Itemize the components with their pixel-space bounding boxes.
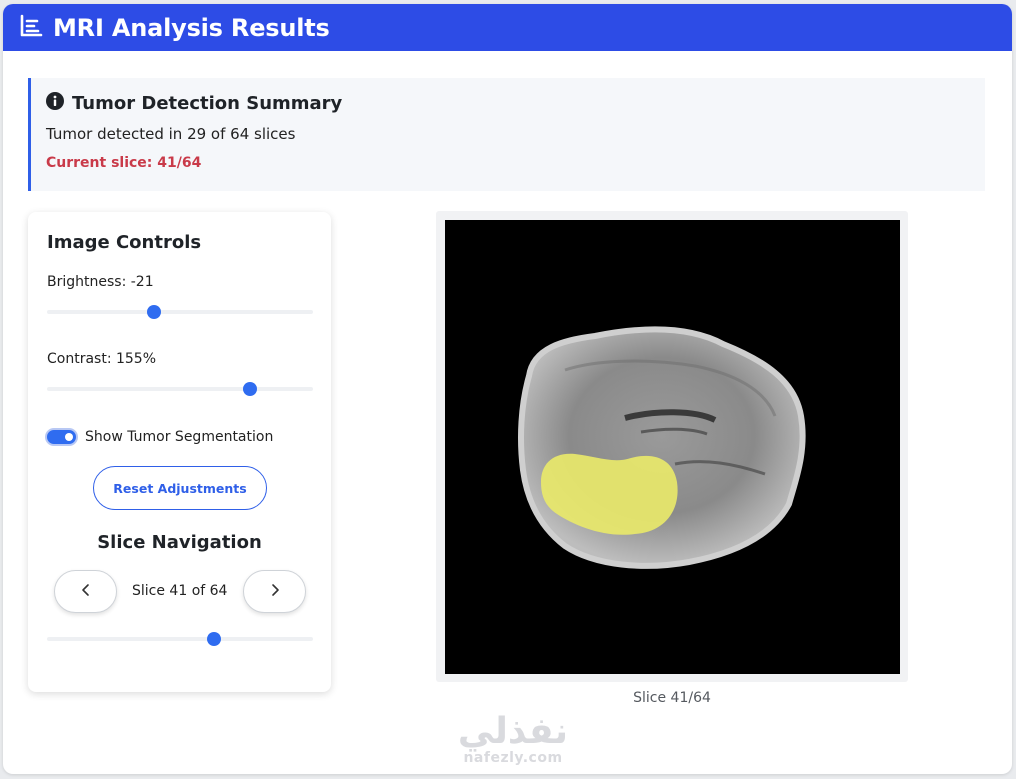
slice-slider-thumb[interactable] [207, 632, 221, 646]
chevron-right-icon [269, 582, 281, 601]
brightness-slider-thumb[interactable] [147, 305, 161, 319]
app-header: MRI Analysis Results [3, 4, 1012, 51]
current-slice-text: Current slice: 41/64 [46, 155, 202, 171]
info-circle-icon [46, 92, 64, 114]
page-title: MRI Analysis Results [53, 13, 330, 42]
watermark-arabic: نفذلي [457, 711, 569, 752]
previous-slice-button[interactable] [54, 570, 117, 613]
detection-count-text: Tumor detected in 29 of 64 slices [46, 125, 296, 143]
image-controls-heading: Image Controls [47, 232, 202, 253]
watermark-logo: نفذلي nafezly.com [433, 712, 593, 774]
reset-adjustments-button[interactable]: Reset Adjustments [93, 466, 267, 510]
slice-caption: Slice 41/64 [633, 690, 711, 706]
segmentation-toggle-label: Show Tumor Segmentation [85, 429, 274, 445]
segmentation-toggle[interactable] [45, 428, 78, 446]
brightness-label: Brightness: -21 [47, 274, 154, 290]
contrast-slider-thumb[interactable] [243, 382, 257, 396]
chevron-left-icon [80, 582, 92, 601]
next-slice-button[interactable] [243, 570, 306, 613]
summary-title: Tumor Detection Summary [72, 92, 343, 114]
watermark-latin: nafezly.com [463, 750, 563, 766]
chart-list-icon [19, 14, 43, 42]
brightness-slider[interactable] [47, 305, 313, 319]
tumor-summary-panel: Tumor Detection Summary Tumor detected i… [28, 78, 985, 191]
slice-slider[interactable] [47, 632, 313, 646]
mri-viewer [436, 211, 908, 682]
results-card: MRI Analysis Results Tumor Detection Sum… [3, 4, 1012, 774]
contrast-label: Contrast: 155% [47, 351, 157, 367]
slice-navigation-heading: Slice Navigation [97, 532, 262, 553]
slice-indicator: Slice 41 of 64 [132, 583, 228, 599]
mri-slice-image [445, 220, 900, 674]
contrast-slider[interactable] [47, 382, 313, 396]
image-controls-panel: Image Controls Brightness: -21 Contrast:… [28, 212, 331, 692]
